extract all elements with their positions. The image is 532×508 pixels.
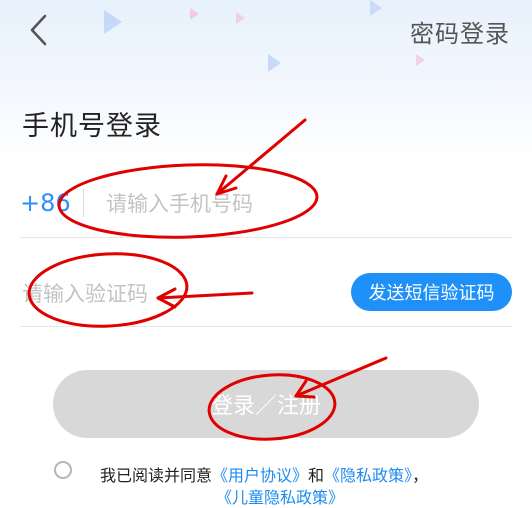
field-divider bbox=[83, 189, 84, 217]
decorative-triangle bbox=[190, 8, 199, 20]
user-agreement-link[interactable]: 《用户协议》 bbox=[212, 466, 308, 485]
agreement-prefix: 我已阅读并同意 bbox=[100, 466, 213, 485]
phone-input[interactable] bbox=[104, 183, 488, 225]
login-register-button[interactable]: 登录／注册 bbox=[53, 370, 479, 438]
page-title: 手机号登录 bbox=[22, 111, 162, 142]
agreement-separator: ， bbox=[412, 466, 429, 485]
back-button[interactable] bbox=[26, 12, 56, 48]
password-login-link[interactable]: 密码登录 bbox=[410, 14, 510, 49]
country-code-selector[interactable]: +86 bbox=[20, 189, 71, 217]
agreement-checkbox[interactable] bbox=[54, 461, 72, 479]
agreement-text: 我已阅读并同意《用户协议》和《隐私政策》， bbox=[100, 462, 428, 486]
verification-field-row: 发送短信验证码 bbox=[20, 260, 512, 327]
decorative-triangle bbox=[370, 0, 382, 16]
privacy-policy-link[interactable]: 《隐私政策》 bbox=[324, 466, 412, 485]
verification-code-input[interactable] bbox=[20, 273, 324, 315]
decorative-triangle bbox=[104, 10, 122, 34]
agreement-conjunction: 和 bbox=[308, 466, 325, 485]
decorative-triangle bbox=[236, 12, 245, 24]
decorative-triangle bbox=[268, 54, 281, 72]
decorative-triangle bbox=[416, 54, 425, 66]
agreement-text-line-2: 《儿童隐私政策》 bbox=[216, 484, 344, 508]
send-sms-code-button[interactable]: 发送短信验证码 bbox=[351, 273, 512, 311]
phone-field-row: +86 bbox=[20, 175, 512, 238]
chevron-left-icon bbox=[30, 14, 47, 46]
children-privacy-link[interactable]: 《儿童隐私政策》 bbox=[216, 488, 344, 507]
